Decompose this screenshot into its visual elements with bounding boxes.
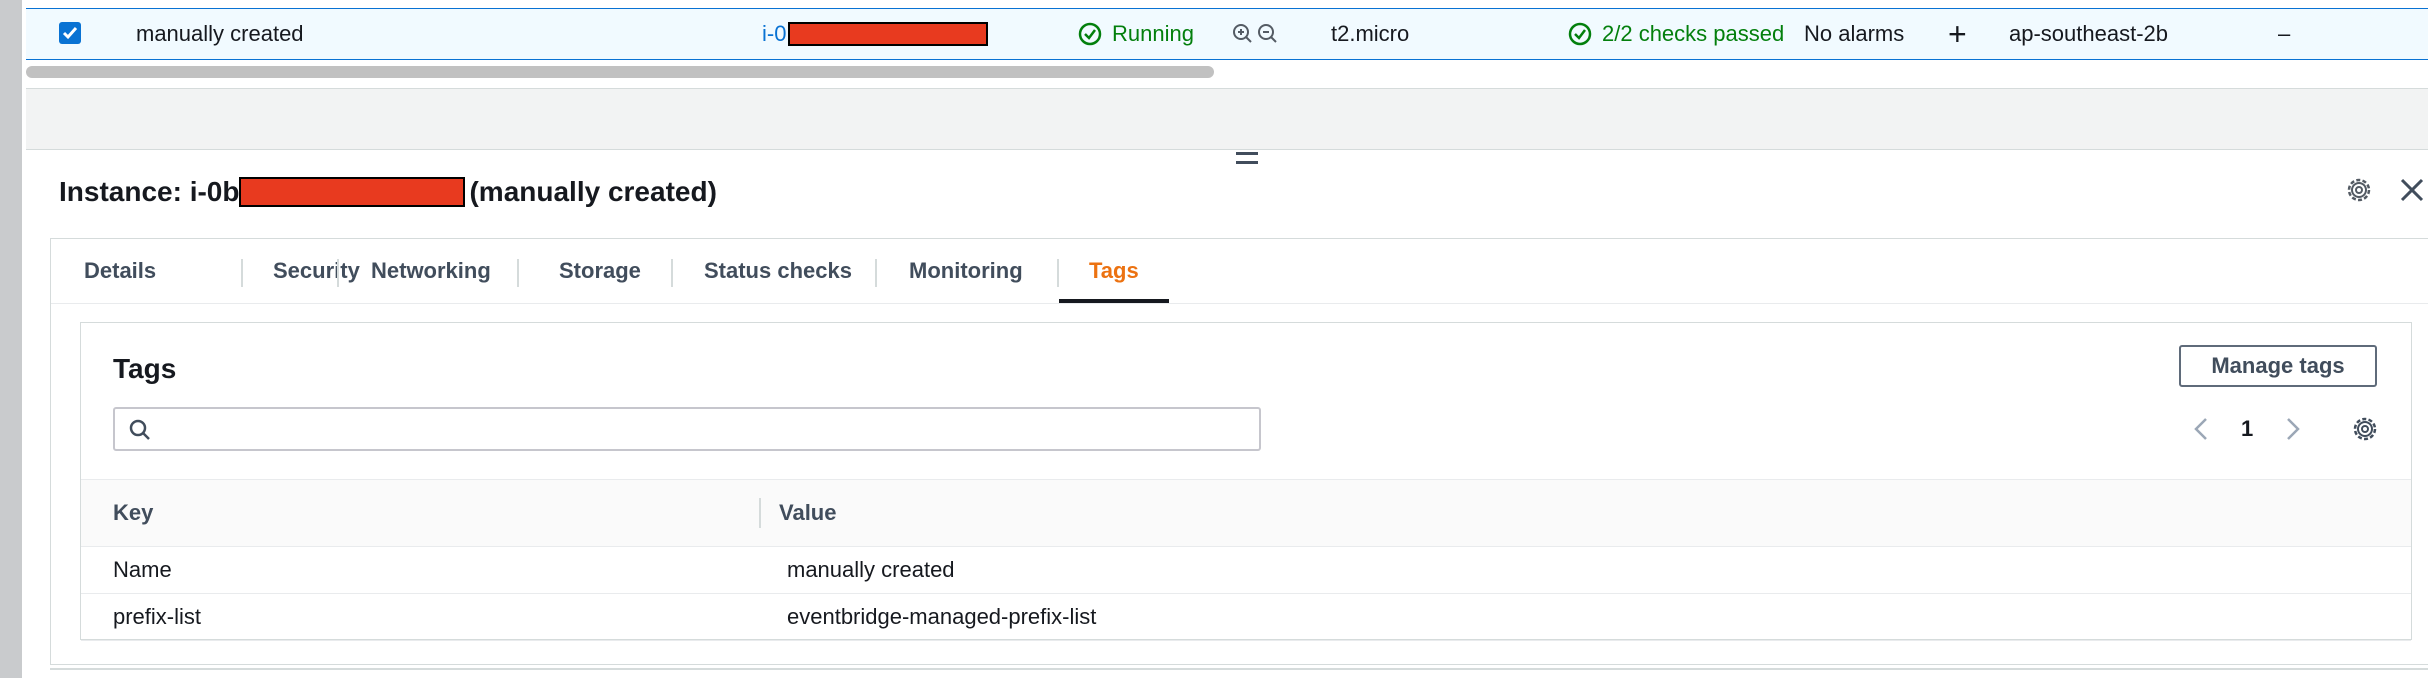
tag-key: prefix-list: [113, 604, 202, 629]
success-check-icon: [1568, 22, 1592, 46]
tab-divider: [1057, 259, 1059, 287]
close-icon[interactable]: [2396, 172, 2428, 208]
pagination: 1: [2187, 409, 2307, 449]
title-suffix: (manually created): [469, 176, 717, 207]
column-divider: [759, 498, 761, 528]
tab-details[interactable]: Details: [84, 239, 156, 303]
tab-networking[interactable]: Networking: [371, 239, 491, 303]
search-icon: [129, 419, 150, 440]
tags-container: Tags Manage tags 1 Key Value Name manual…: [80, 322, 2412, 641]
instance-row[interactable]: manually created i-0 Running t2.micro 2/…: [26, 8, 2428, 60]
redacted-title-id: [239, 177, 466, 207]
title-prefix: Instance: i-0b: [59, 176, 240, 207]
tag-key: Name: [113, 557, 172, 582]
tab-monitoring[interactable]: Monitoring: [909, 239, 1023, 303]
instance-name: manually created: [136, 21, 304, 46]
split-panel-gutter: [26, 88, 2428, 150]
tags-table-header: Key Value: [81, 479, 2411, 547]
left-rail: [0, 0, 22, 678]
status-checks-label: 2/2 checks passed: [1602, 21, 1785, 46]
gear-icon[interactable]: [2343, 174, 2375, 206]
instance-type: t2.micro: [1331, 21, 1410, 46]
instance-state: Running: [1078, 9, 1194, 59]
page-number[interactable]: 1: [2241, 416, 2253, 442]
instance-state-label: Running: [1112, 21, 1194, 46]
tab-tags[interactable]: Tags: [1089, 239, 1139, 303]
instance-detail-title: Instance: i-0b (manually created): [59, 176, 717, 208]
zoom-controls[interactable]: [1231, 9, 1283, 59]
redacted-id: [788, 22, 989, 46]
success-check-icon: [1078, 22, 1102, 46]
tab-bar: Details Security Networking Storage Stat…: [51, 239, 2428, 304]
panel-bottom-border: [50, 668, 2428, 670]
tab-divider: [517, 259, 519, 287]
tab-divider: [671, 259, 673, 287]
tags-heading: Tags: [113, 353, 177, 384]
tab-storage[interactable]: Storage: [559, 239, 641, 303]
tab-divider: [241, 259, 243, 287]
row-checkbox[interactable]: [59, 22, 81, 44]
search-input[interactable]: [163, 415, 1247, 445]
tags-search-field[interactable]: [113, 407, 1261, 451]
table-row: prefix-list eventbridge-managed-prefix-l…: [81, 594, 2411, 641]
column-header-value[interactable]: Value: [779, 480, 836, 546]
tab-divider: [337, 259, 339, 287]
chevron-right-icon[interactable]: [2277, 414, 2307, 444]
public-dns: –: [2278, 21, 2291, 46]
horizontal-scrollbar[interactable]: [26, 66, 1214, 78]
split-panel-resize-handle[interactable]: [1236, 152, 1258, 170]
instance-id-link[interactable]: i-0: [762, 9, 989, 59]
checkmark-icon: [62, 27, 78, 40]
table-row: Name manually created: [81, 547, 2411, 594]
tag-value: eventbridge-managed-prefix-list: [787, 604, 1097, 629]
chevron-left-icon[interactable]: [2187, 414, 2217, 444]
active-tab-indicator: [1059, 299, 1169, 303]
tab-divider: [875, 259, 877, 287]
table-preferences-gear-icon[interactable]: [2349, 413, 2381, 445]
zoom-in-out-icon[interactable]: [1231, 22, 1283, 46]
tag-value: manually created: [787, 557, 955, 582]
tab-status-checks[interactable]: Status checks: [704, 239, 852, 303]
availability-zone: ap-southeast-2b: [2009, 21, 2168, 46]
tab-security[interactable]: Security: [273, 239, 360, 303]
manage-tags-button[interactable]: Manage tags: [2179, 345, 2377, 387]
status-checks[interactable]: 2/2 checks passed: [1568, 9, 1784, 59]
instance-id-prefix: i-0: [762, 21, 787, 46]
column-header-key[interactable]: Key: [113, 480, 153, 546]
add-alarm-button[interactable]: +: [1948, 9, 1967, 59]
alarm-status: No alarms: [1804, 21, 1905, 46]
